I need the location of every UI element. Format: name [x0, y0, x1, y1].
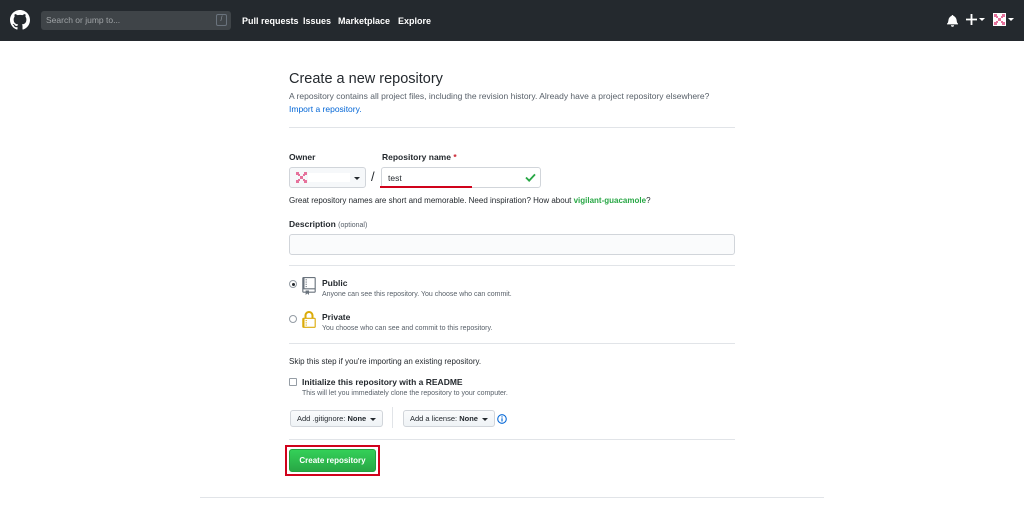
license-select[interactable]: Add a license: None — [403, 410, 496, 427]
owner-avatar — [296, 172, 307, 183]
chevron-down-icon — [354, 177, 360, 180]
avatar — [993, 13, 1006, 26]
info-icon[interactable] — [497, 414, 507, 424]
divider — [289, 343, 735, 344]
required-mark: * — [453, 152, 457, 162]
public-label[interactable]: Public — [322, 278, 348, 288]
page-title: Create a new repository — [289, 71, 443, 87]
public-description: Anyone can see this repository. You choo… — [322, 291, 512, 298]
description-input[interactable] — [289, 234, 735, 255]
owner-repo-separator: / — [371, 169, 375, 184]
private-radio[interactable] — [289, 315, 297, 323]
top-navbar: Search or jump to... / Pull requests Iss… — [0, 0, 1024, 41]
chevron-down-icon — [979, 18, 985, 21]
gitignore-select[interactable]: Add .gitignore: None — [290, 410, 384, 427]
divider — [289, 439, 735, 440]
github-logo-icon[interactable] — [10, 10, 30, 30]
search-shortcut-badge: / — [216, 14, 227, 26]
owner-label: Owner — [289, 152, 316, 162]
divider — [289, 265, 735, 266]
nav-explore[interactable]: Explore — [398, 16, 431, 26]
redacted-owner-name — [308, 173, 350, 182]
page-subtitle: A repository contains all project files,… — [289, 91, 709, 114]
private-description: You choose who can see and commit to thi… — [322, 325, 493, 332]
plus-icon — [966, 14, 977, 25]
vertical-divider — [392, 407, 393, 428]
private-label[interactable]: Private — [322, 312, 350, 322]
chevron-down-icon — [1008, 18, 1014, 21]
divider — [289, 127, 735, 128]
import-repository-link[interactable]: Import a repository. — [289, 104, 362, 114]
description-label: Description (optional) — [289, 219, 368, 229]
public-radio[interactable] — [289, 280, 297, 288]
nav-marketplace[interactable]: Marketplace — [338, 16, 390, 26]
check-icon — [525, 173, 536, 182]
repository-name-input[interactable] — [381, 167, 541, 188]
optional-tag: (optional) — [338, 222, 368, 229]
bell-icon[interactable] — [947, 14, 958, 27]
repo-name-label: Repository name * — [382, 152, 457, 162]
nav-issues[interactable]: Issues — [303, 16, 331, 26]
owner-select[interactable] — [289, 167, 366, 188]
chevron-down-icon — [482, 417, 489, 421]
suggested-name-link[interactable]: vigilant-guacamole — [574, 196, 646, 205]
create-repository-button[interactable]: Create repository — [289, 449, 376, 472]
chevron-down-icon — [370, 417, 377, 421]
search-placeholder: Search or jump to... — [46, 15, 121, 25]
readme-checkbox[interactable] — [289, 378, 297, 386]
repo-name-hint: Great repository names are short and mem… — [289, 196, 651, 205]
user-menu[interactable] — [993, 13, 1015, 27]
repo-book-icon — [302, 277, 316, 295]
readme-label[interactable]: Initialize this repository with a README — [302, 377, 463, 387]
nav-pull-requests[interactable]: Pull requests — [242, 16, 299, 26]
search-input[interactable]: Search or jump to... / — [41, 11, 231, 30]
annotation-underline — [380, 186, 472, 188]
lock-icon — [302, 311, 316, 328]
create-new-dropdown[interactable] — [966, 13, 986, 27]
readme-description: This will let you immediately clone the … — [302, 390, 508, 397]
subtitle-text: A repository contains all project files,… — [289, 91, 710, 101]
skip-step-text: Skip this step if you're importing an ex… — [289, 357, 482, 366]
footer-divider — [200, 497, 824, 498]
